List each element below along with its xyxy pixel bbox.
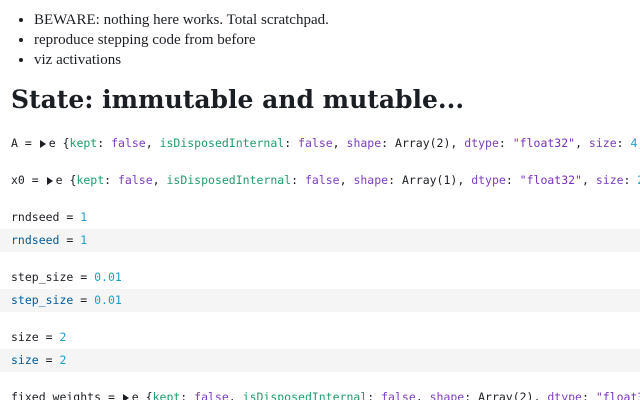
prop-value: false	[298, 136, 333, 150]
variable-name: rndseed	[11, 210, 60, 224]
variable-value: 0.01	[94, 270, 122, 284]
expand-caret-icon[interactable]	[39, 140, 46, 148]
brace: {	[138, 390, 153, 400]
prop-value: "float32"	[512, 136, 576, 150]
cell-variable-name: step_size	[11, 293, 74, 307]
prop-key: dtype	[547, 390, 582, 400]
prop-value: false	[381, 390, 416, 400]
equals: =	[17, 136, 39, 150]
variable-value: 1	[80, 210, 88, 224]
prop-key: shape	[346, 136, 382, 150]
prop-value: Array(1)	[401, 173, 458, 187]
variable-name: size	[11, 330, 39, 344]
prop-key: size	[588, 136, 617, 150]
prop-value: Array(2)	[478, 390, 534, 400]
prop-key: dtype	[464, 136, 499, 150]
code-cell-size[interactable]: size = 2	[0, 349, 640, 372]
output-rndseed: rndseed = 1	[11, 210, 88, 224]
prop-value: "float32"	[595, 390, 640, 400]
equals: =	[101, 390, 122, 400]
note-item: reproduce stepping code from before	[34, 30, 329, 50]
prop-key: isDisposedInternal	[242, 390, 368, 400]
prop-key: shape	[429, 390, 465, 400]
prop-key: shape	[353, 173, 389, 187]
notes-list: BEWARE: nothing here works. Total scratc…	[14, 10, 329, 70]
prop-value: 4	[630, 136, 638, 150]
prop-key: kept	[152, 390, 181, 400]
cell-variable-value: 0.01	[94, 293, 122, 307]
expand-caret-icon[interactable]	[46, 177, 53, 185]
cell-variable-name: rndseed	[11, 233, 60, 247]
code-cell-step-size[interactable]: step_size = 0.01	[0, 289, 640, 312]
prop-key: kept	[69, 136, 98, 150]
code-cell-rndseed[interactable]: rndseed = 1	[0, 229, 640, 252]
prop-key: isDisposedInternal	[159, 136, 285, 150]
output-step-size: step_size = 0.01	[11, 270, 122, 284]
prop-key: size	[595, 173, 624, 187]
variable-name: x0	[11, 173, 25, 187]
section-heading: State: immutable and mutable...	[11, 85, 465, 114]
variable-name: step_size	[11, 270, 74, 284]
object-type[interactable]: e	[132, 390, 139, 400]
output-A: A = e {kept: false, isDisposedInternal: …	[11, 136, 640, 150]
object-type[interactable]: e	[49, 136, 56, 150]
variable-name: A	[11, 136, 18, 150]
prop-value: false	[118, 173, 153, 187]
prop-key: isDisposedInternal	[166, 173, 292, 187]
cell-variable-value: 2	[59, 353, 67, 367]
output-x0: x0 = e {kept: false, isDisposedInternal:…	[0, 169, 640, 192]
brace: {	[62, 173, 77, 187]
note-item: BEWARE: nothing here works. Total scratc…	[34, 10, 329, 30]
note-item: viz activations	[34, 50, 329, 70]
brace: {	[55, 136, 70, 150]
prop-key: dtype	[471, 173, 506, 187]
cell-variable-value: 1	[80, 233, 88, 247]
variable-value: 2	[59, 330, 67, 344]
output-fixed-weights: fixed_weights = e {kept: false, isDispos…	[0, 386, 640, 400]
output-size: size = 2	[11, 330, 67, 344]
object-type[interactable]: e	[56, 173, 63, 187]
prop-value: false	[304, 173, 340, 187]
prop-key: kept	[76, 173, 105, 187]
prop-value: Array(2)	[395, 136, 451, 150]
expand-caret-icon[interactable]	[122, 394, 129, 400]
cell-variable-name: size	[11, 353, 39, 367]
variable-name: fixed_weights	[11, 390, 102, 400]
prop-value: false	[111, 136, 146, 150]
equals: =	[24, 173, 46, 187]
prop-value: false	[194, 390, 229, 400]
prop-value: "float32"	[519, 173, 582, 187]
